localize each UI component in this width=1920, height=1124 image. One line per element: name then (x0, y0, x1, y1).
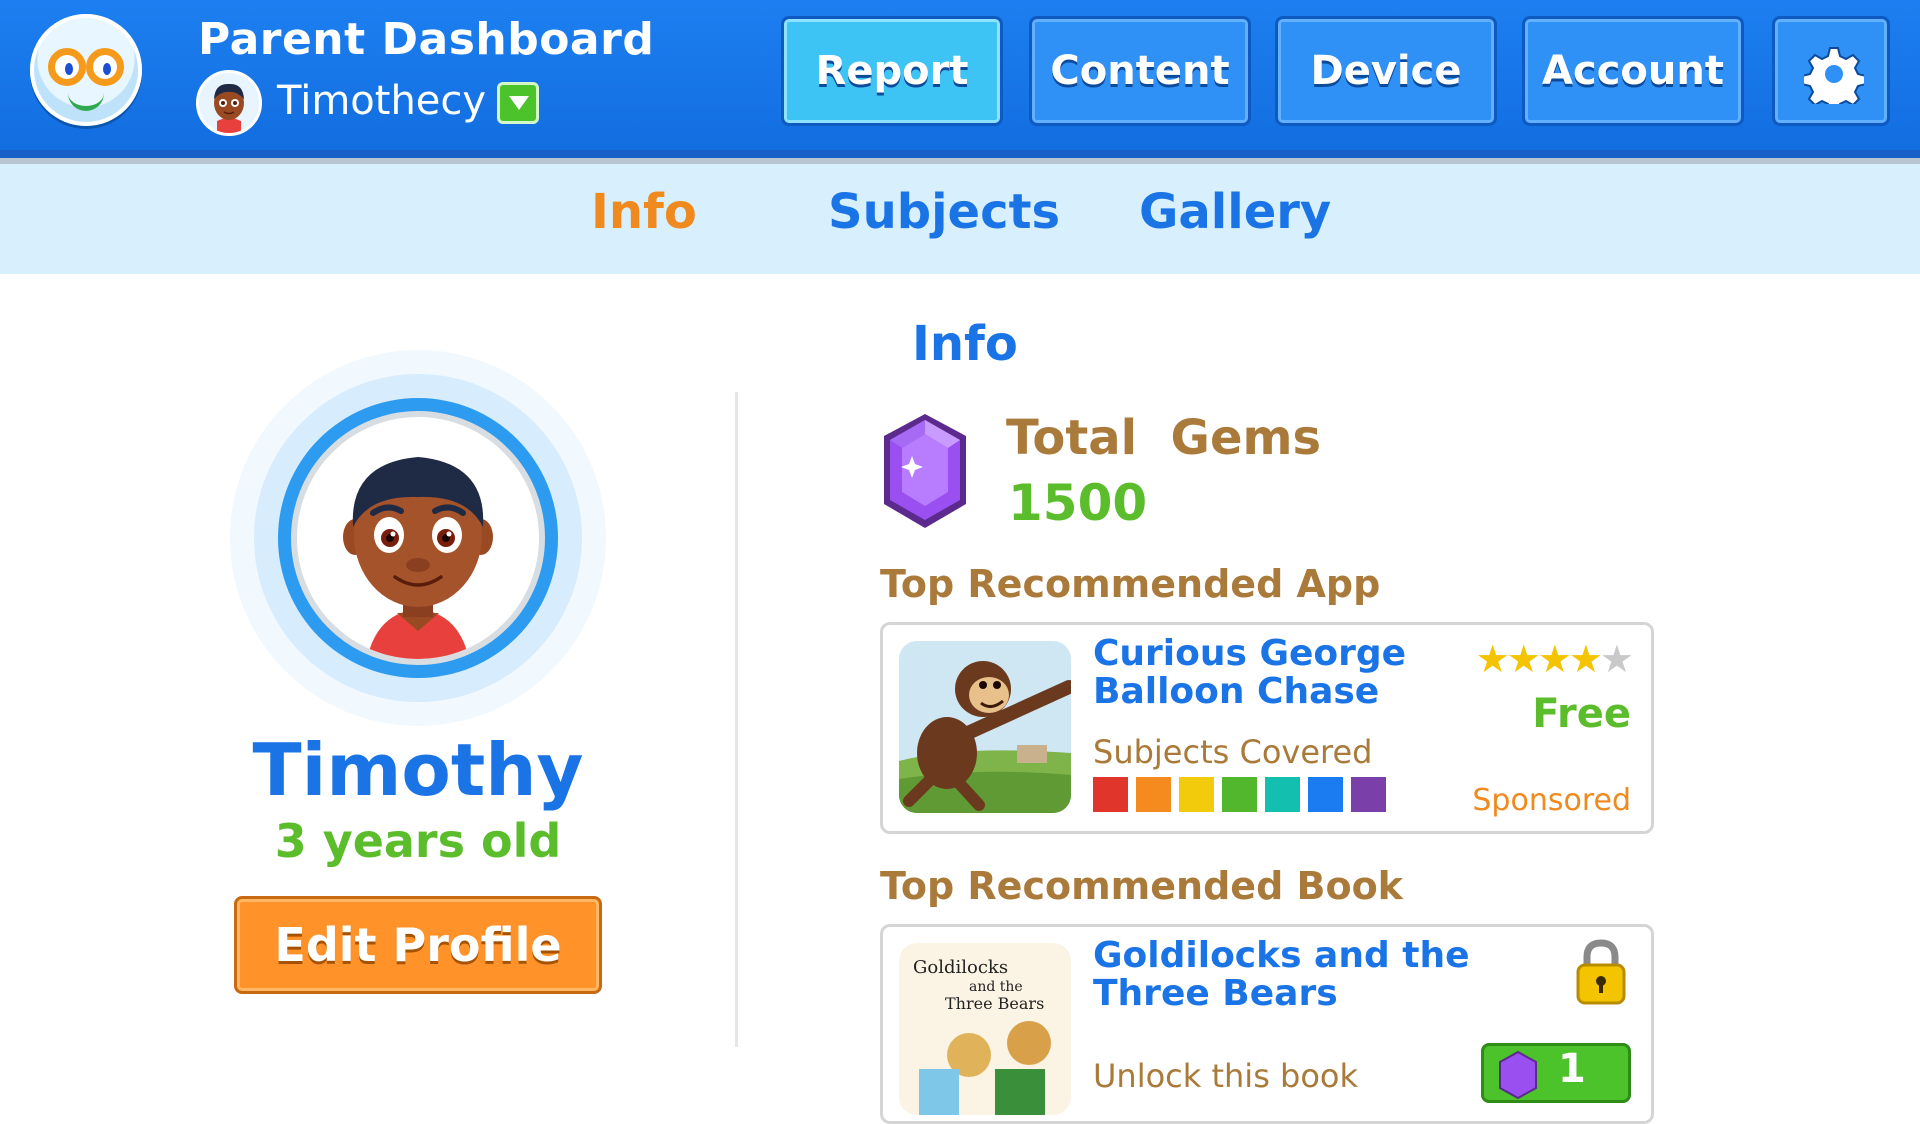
child-face-icon (199, 73, 259, 133)
app-rating: ★★★★★ (1475, 637, 1634, 681)
dashboard-title: Parent Dashboard (198, 14, 655, 65)
logo-goggle-left (48, 48, 86, 86)
star-icon: ★ (1506, 637, 1541, 681)
recommended-book-card[interactable]: Goldilocks and the Three Bears Goldilock… (880, 924, 1654, 1124)
app-title[interactable]: Curious George Balloon Chase (1093, 635, 1433, 711)
sub-tab-bar: Info Subjects Gallery (0, 164, 1920, 274)
subject-color-swatches (1093, 777, 1386, 812)
child-dropdown-chevron-icon[interactable] (497, 82, 539, 124)
book-cover-title-3: Three Bears (945, 994, 1044, 1013)
child-portrait (343, 457, 493, 659)
unlock-cost: 1 (1558, 1046, 1586, 1092)
subject-swatch (1308, 777, 1343, 812)
book-title-line2: Three Bears (1093, 973, 1338, 1014)
edit-profile-button[interactable]: Edit Profile (234, 896, 602, 994)
tab-subjects[interactable]: Subjects (828, 184, 1060, 240)
star-icon: ★ (1599, 637, 1634, 681)
subject-swatch (1136, 777, 1171, 812)
star-icon: ★ (1568, 637, 1603, 681)
recommended-app-card[interactable]: Curious George Balloon Chase ★★★★★ Free … (880, 622, 1654, 834)
child-avatar-small[interactable] (196, 70, 262, 136)
app-title-line1: Curious George (1093, 633, 1407, 674)
lock-icon (1576, 939, 1626, 1005)
logo-smile (68, 92, 104, 111)
app-title-line2: Balloon Chase (1093, 671, 1380, 712)
app-price: Free (1532, 691, 1631, 737)
curious-george-image (899, 641, 1071, 813)
top-app-label: Top Recommended App (880, 562, 1381, 606)
info-heading: Info (912, 316, 1018, 372)
gear-icon (1804, 47, 1864, 104)
nav-content-button[interactable]: Content (1029, 16, 1251, 126)
book-title-line1: Goldilocks and the (1093, 935, 1470, 976)
subject-swatch (1265, 777, 1300, 812)
star-icon: ★ (1475, 637, 1510, 681)
book-cover-image: Goldilocks and the Three Bears (899, 943, 1071, 1115)
child-avatar (291, 411, 545, 665)
book-thumbnail: Goldilocks and the Three Bears (899, 943, 1071, 1115)
unlock-book-button[interactable]: 1 (1481, 1043, 1631, 1103)
gem-icon-small (1499, 1050, 1537, 1100)
tab-info[interactable]: Info (591, 184, 697, 240)
subject-swatch (1093, 777, 1128, 812)
subject-swatch (1222, 777, 1257, 812)
nav-report-button[interactable]: Report (781, 16, 1003, 126)
settings-button[interactable] (1772, 16, 1890, 126)
book-title[interactable]: Goldilocks and the Three Bears (1093, 937, 1473, 1013)
star-icon: ★ (1537, 637, 1572, 681)
child-name: Timothy (252, 728, 584, 812)
column-divider (735, 392, 738, 1047)
total-gems-value: 1500 (1008, 474, 1148, 532)
sponsored-label: Sponsored (1472, 783, 1631, 818)
gem-icon (884, 414, 966, 528)
total-gems-label: Total Gems (1006, 410, 1322, 466)
child-age: 3 years old (274, 814, 562, 868)
app-logo[interactable] (30, 14, 142, 126)
subjects-covered-label: Subjects Covered (1093, 733, 1373, 771)
nav-device-button[interactable]: Device (1275, 16, 1497, 126)
tab-gallery[interactable]: Gallery (1139, 184, 1331, 240)
unlock-book-text: Unlock this book (1093, 1057, 1359, 1095)
book-cover-title-1: Goldilocks (913, 957, 1008, 978)
child-selector-name[interactable]: Timothecy (277, 78, 486, 124)
logo-goggle-right (86, 48, 124, 86)
book-cover-title-2: and the (969, 979, 1023, 995)
subject-swatch (1351, 777, 1386, 812)
nav-account-button[interactable]: Account (1522, 16, 1744, 126)
top-bar: Parent Dashboard Timothecy Report Conten… (0, 0, 1920, 158)
app-thumbnail (899, 641, 1071, 813)
subject-swatch (1179, 777, 1214, 812)
top-book-label: Top Recommended Book (880, 864, 1403, 908)
